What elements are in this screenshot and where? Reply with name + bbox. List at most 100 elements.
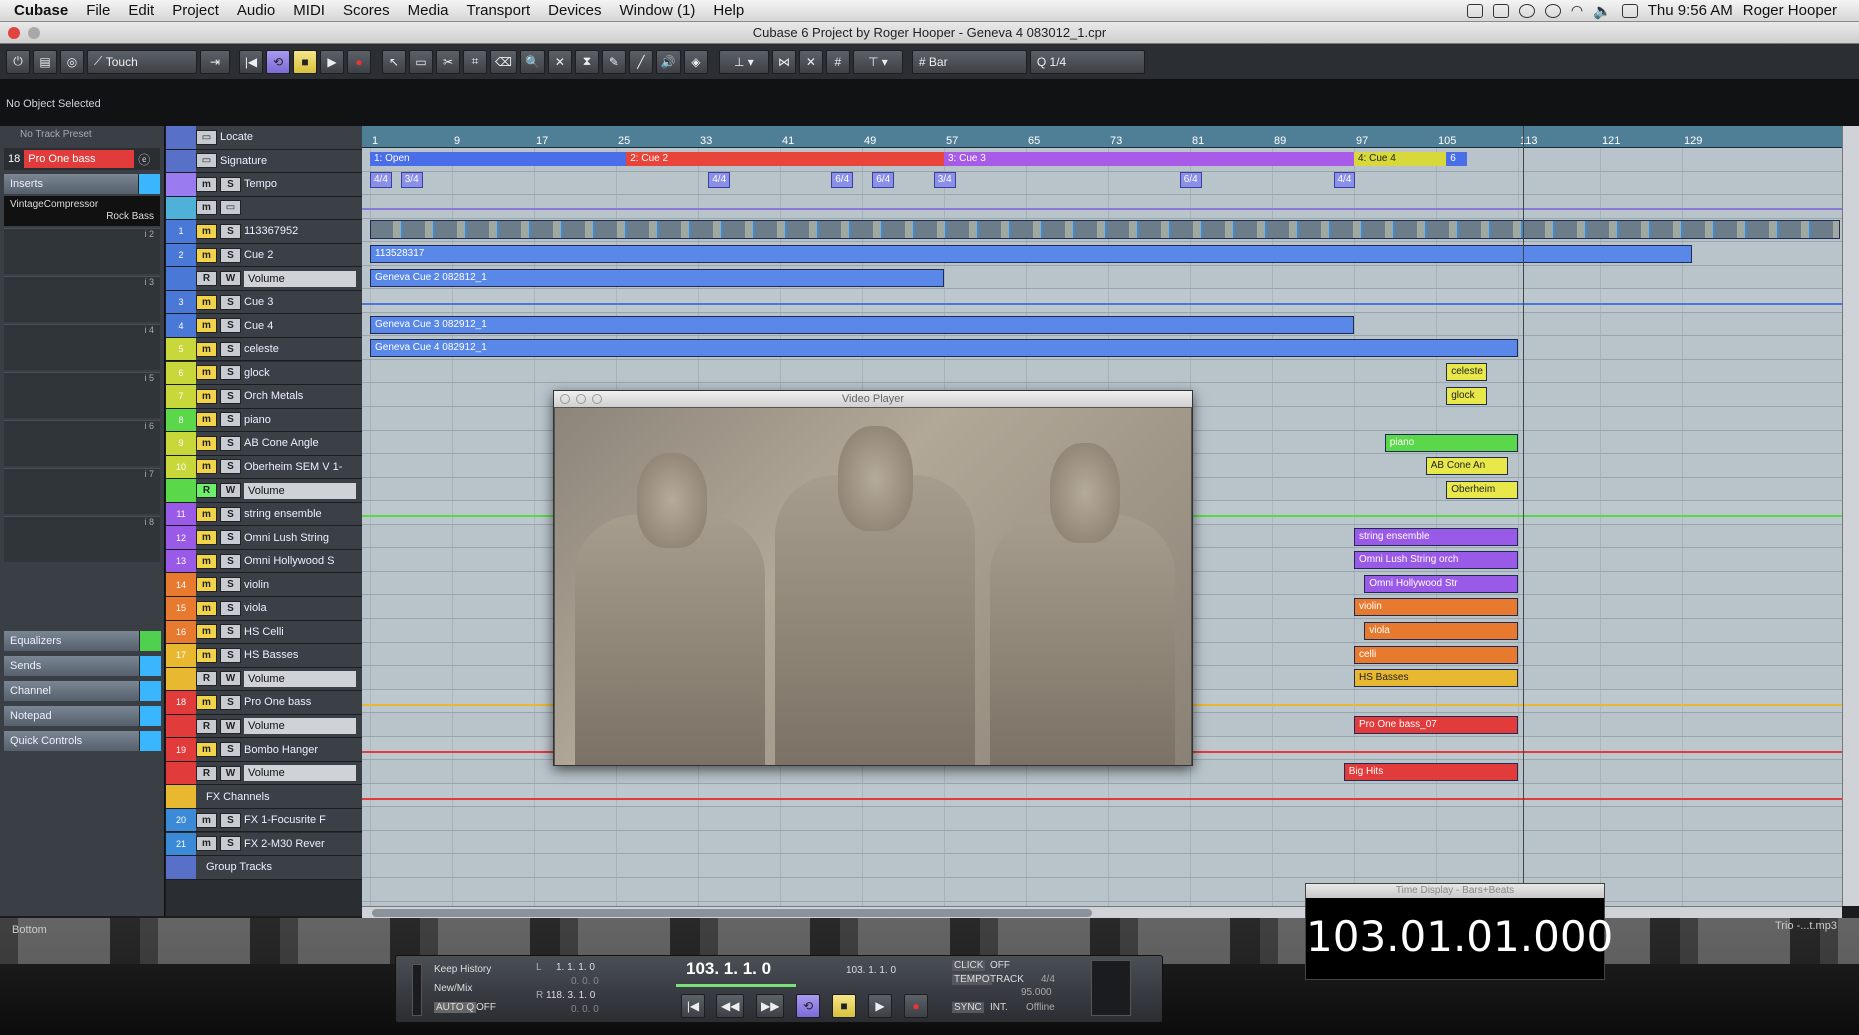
activate-project-button[interactable]: ⏻ <box>6 49 30 74</box>
glue-tool-icon[interactable]: ⌗ <box>463 49 487 74</box>
track-name[interactable]: Omni Lush String <box>244 532 362 544</box>
zoom-tool-icon[interactable]: 🔍 <box>519 49 545 74</box>
track-name[interactable]: Omni Hollywood S <box>244 555 362 567</box>
mute-button[interactable]: m <box>196 341 217 357</box>
track-number[interactable] <box>166 714 196 738</box>
solo-button[interactable]: S <box>220 506 241 522</box>
menu-item[interactable]: File <box>77 2 119 19</box>
track-name[interactable]: Cue 3 <box>244 296 362 308</box>
minimize-icon[interactable] <box>28 27 40 39</box>
signature-event[interactable]: 4/4 <box>1333 172 1356 188</box>
menubar-user[interactable]: Roger Hooper <box>1743 2 1837 19</box>
insert-slot-1[interactable]: VintageCompressor Rock Bass <box>4 196 160 226</box>
track-number[interactable]: 5 <box>166 337 196 361</box>
stop-button[interactable]: ■ <box>293 49 317 74</box>
mute-button[interactable]: m <box>196 553 217 569</box>
menu-item[interactable]: Edit <box>119 2 163 19</box>
track-number[interactable]: 8 <box>166 408 196 432</box>
right-locator-icon[interactable]: R <box>536 990 543 1001</box>
solo-button[interactable]: S <box>220 742 241 758</box>
track-row[interactable]: 18 m S Pro One bass <box>166 691 362 715</box>
constrain-delay-button[interactable]: ◎ <box>60 49 84 74</box>
event-part[interactable]: Big Hits <box>1343 763 1518 782</box>
split-tool-icon[interactable]: ✂ <box>436 49 460 74</box>
signature-event[interactable]: 6/4 <box>1179 172 1202 188</box>
transport-stop-button[interactable]: ■ <box>832 994 856 1018</box>
time-display-titlebar[interactable]: Time Display - Bars+Beats <box>1306 884 1604 898</box>
solo-button[interactable]: S <box>220 624 241 640</box>
play-tool-icon[interactable]: 🔊 <box>655 49 681 74</box>
mute-button[interactable]: m <box>196 506 217 522</box>
transport-cycle-button[interactable]: ⟲ <box>796 994 820 1018</box>
mute-button[interactable]: m <box>196 624 217 640</box>
track-lane[interactable] <box>362 195 1842 219</box>
track-name[interactable]: viola <box>244 602 362 614</box>
track-row[interactable]: R W Volume <box>166 267 362 291</box>
track-number[interactable] <box>166 785 196 808</box>
track-name[interactable]: Volume <box>244 670 356 687</box>
signature-event[interactable]: 3/4 <box>400 172 423 188</box>
track-row[interactable]: 19 m S Bombo Hanger <box>166 738 362 762</box>
track-lane[interactable] <box>362 855 1842 879</box>
track-name[interactable]: HS Basses <box>244 649 362 661</box>
snap-mode-icon[interactable]: ✕ <box>798 49 823 74</box>
track-number[interactable]: 6 <box>166 361 196 384</box>
track-lock-icon[interactable]: ▭ <box>196 153 217 169</box>
mute-button[interactable]: m <box>196 318 217 334</box>
solo-button[interactable]: S <box>220 435 241 451</box>
solo-button[interactable]: S <box>220 294 241 310</box>
solo-button[interactable]: S <box>220 600 241 616</box>
track-name[interactable]: Group Tracks <box>196 861 362 873</box>
mute-button[interactable]: m <box>196 365 217 381</box>
solo-button[interactable]: S <box>220 176 241 192</box>
mute-button[interactable]: m <box>196 647 217 663</box>
track-row[interactable]: 1 m S 113367952 <box>166 220 362 244</box>
signature-event[interactable]: 6/4 <box>872 172 895 188</box>
edit-channel-icon[interactable]: ⓔ <box>138 151 150 168</box>
signature-event[interactable]: 4/4 <box>370 172 392 188</box>
inserts-section[interactable]: Inserts <box>4 174 160 194</box>
bluetooth-icon[interactable] <box>1518 3 1535 18</box>
track-number[interactable] <box>166 126 196 149</box>
track-number[interactable]: 15 <box>166 597 196 620</box>
track-name[interactable]: 113367952 <box>244 225 362 237</box>
window-layout-button[interactable]: ▤ <box>33 49 57 74</box>
read-automation-button[interactable]: R <box>196 271 217 287</box>
track-preset[interactable]: No Track Preset <box>0 126 164 144</box>
nudge-select[interactable]: ⊥ ▾ <box>718 49 769 74</box>
inspector-section[interactable]: Channel <box>4 681 161 701</box>
left-locator-icon[interactable]: L <box>536 962 542 973</box>
track-row[interactable]: m S Tempo <box>166 173 362 197</box>
track-row[interactable]: R W Volume <box>166 761 362 786</box>
insert-slot[interactable]: i 7 <box>4 468 160 514</box>
solo-button[interactable]: S <box>220 247 241 263</box>
video-zoom-icon[interactable] <box>592 394 602 404</box>
mute-button[interactable]: m <box>196 412 217 428</box>
mute-button[interactable]: m <box>196 577 217 593</box>
track-row[interactable]: FX Channels <box>166 785 362 809</box>
track-row[interactable]: m ▭ <box>166 196 362 221</box>
mute-button[interactable]: m <box>196 742 217 758</box>
track-number[interactable]: 10 <box>166 455 196 479</box>
event-part[interactable]: violin <box>1354 598 1518 617</box>
track-row[interactable]: Group Tracks <box>166 856 362 880</box>
marker-event[interactable]: 1: Open <box>370 152 627 166</box>
read-automation-button[interactable]: R <box>196 483 217 498</box>
menu-item[interactable]: Help <box>704 2 753 19</box>
track-name[interactable]: Volume <box>244 765 356 782</box>
right-locator-value[interactable]: 118. 3. 1. 0 <box>546 990 595 1001</box>
event-part[interactable]: glock <box>1446 386 1488 405</box>
track-row[interactable]: 5 m Sceleste <box>166 337 362 362</box>
track-number[interactable] <box>166 173 196 196</box>
write-automation-button[interactable]: W <box>220 483 241 498</box>
track-lane[interactable] <box>362 878 1842 902</box>
track-lane[interactable] <box>362 831 1842 855</box>
menu-item[interactable]: Media <box>399 2 458 19</box>
track-name[interactable]: Volume <box>244 718 356 734</box>
menu-item[interactable]: Project <box>163 2 228 19</box>
draw-tool-icon[interactable]: ✎ <box>601 49 626 74</box>
wifi-icon[interactable]: ◠ <box>1571 2 1583 19</box>
forward-icon[interactable]: ▶▶ <box>756 994 785 1018</box>
menu-item[interactable]: Transport <box>458 2 540 19</box>
track-number[interactable]: 3 <box>166 290 196 314</box>
